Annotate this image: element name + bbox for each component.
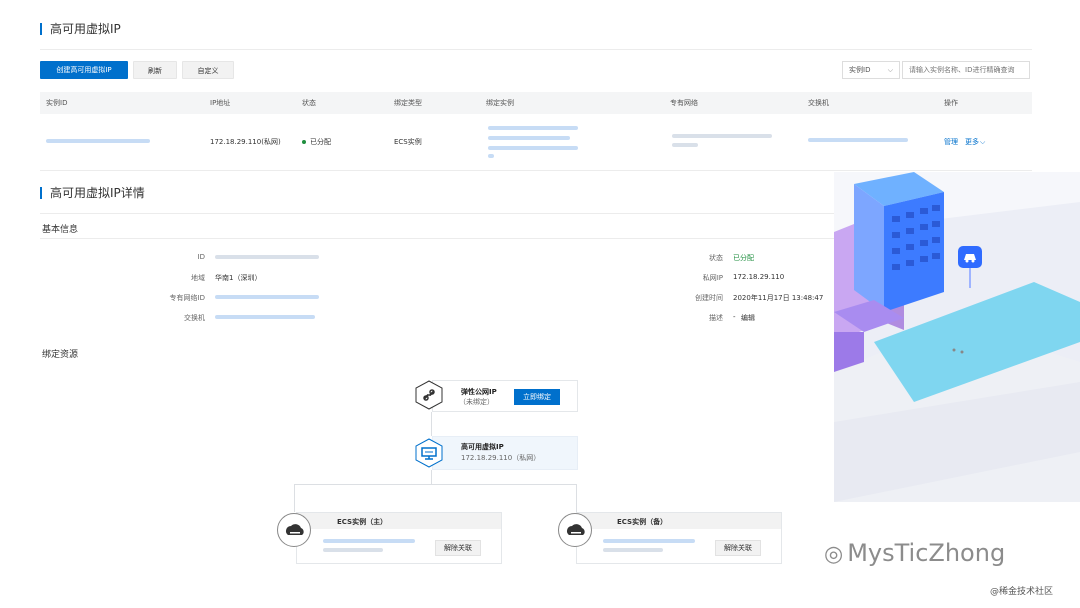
watermark-sub: @稀金技术社区 <box>990 587 1054 597</box>
value-description: - <box>733 313 736 321</box>
col-vpc: 专有网络 <box>670 99 698 107</box>
label-created: 创建时间 <box>695 294 723 302</box>
connector-line <box>294 484 295 512</box>
row-ip: 172.18.29.110(私网) <box>210 138 281 146</box>
ecs-backup-title: ECS实例（备） <box>617 518 668 526</box>
refresh-button[interactable]: 刷新 <box>133 61 177 79</box>
search-field-select[interactable]: 实例ID ⌵ <box>842 61 900 79</box>
vpc-link[interactable] <box>672 134 772 138</box>
divider <box>40 49 1032 50</box>
ecs-backup-card: ECS实例（备） 解除关联 <box>576 512 782 564</box>
divider <box>40 213 835 214</box>
edit-description-link[interactable]: 编辑 <box>741 313 755 323</box>
row-bind-type: ECS实例 <box>394 138 422 146</box>
value-created: 2020年11月17日 13:48:47 <box>733 294 824 302</box>
havip-title: 高可用虚拟IP <box>461 443 504 451</box>
building-illustration <box>834 172 1080 502</box>
chevron-down-icon: ⌵ <box>887 66 893 74</box>
ecs-main-unlink-button[interactable]: 解除关联 <box>435 540 481 556</box>
label-vswitch: 交换机 <box>184 314 205 322</box>
ecs-main-instance-meta <box>323 548 383 552</box>
col-bind-type: 绑定类型 <box>394 99 422 107</box>
ecs-main-instance-link[interactable] <box>323 539 415 543</box>
value-private-ip: 172.18.29.110 <box>733 273 785 281</box>
col-vswitch: 交换机 <box>808 99 829 107</box>
create-havip-button[interactable]: 创建高可用虚拟IP <box>40 61 128 79</box>
manage-link[interactable]: 管理 <box>944 137 958 147</box>
ecs-backup-instance-meta <box>603 548 663 552</box>
search-field-value: 实例ID <box>849 66 871 74</box>
instance-id-link[interactable] <box>46 139 150 143</box>
basic-info-title: 基本信息 <box>42 225 79 235</box>
ecs-backup-unlink-button[interactable]: 解除关联 <box>715 540 761 556</box>
section-title-havip: 高可用虚拟IP <box>40 23 121 35</box>
label-status: 状态 <box>709 254 723 262</box>
vswitch-link[interactable] <box>808 138 908 142</box>
divider <box>40 170 1032 171</box>
connector-line <box>431 470 432 484</box>
value-status: 已分配 <box>733 254 754 262</box>
divider <box>40 238 835 239</box>
status-dot-icon <box>302 140 306 144</box>
connector-line <box>431 412 432 436</box>
col-actions: 操作 <box>944 99 958 107</box>
ecs-main-cloud-icon <box>277 513 311 547</box>
bind-instance-link[interactable] <box>488 126 578 130</box>
table-header: 实例ID IP地址 状态 绑定类型 绑定实例 专有网络 交换机 操作 <box>40 92 1032 114</box>
ecs-main-title: ECS实例（主） <box>337 518 388 526</box>
col-status: 状态 <box>302 99 316 107</box>
col-instance-id: 实例ID <box>46 99 68 107</box>
label-vpc-id: 专有网络ID <box>169 294 205 302</box>
ecs-card-header <box>297 513 501 529</box>
link-icon <box>415 380 443 410</box>
col-bind-instance: 绑定实例 <box>486 99 514 107</box>
vpc-link[interactable] <box>672 143 698 147</box>
search-input[interactable] <box>902 61 1030 79</box>
value-region: 华南1（深圳） <box>215 274 262 282</box>
label-description: 描述 <box>709 314 723 322</box>
havip-icon <box>415 438 443 468</box>
eip-title: 弹性公网IP <box>461 388 497 396</box>
ecs-backup-cloud-icon <box>558 513 592 547</box>
havip-sub: 172.18.29.110（私网） <box>461 454 541 462</box>
watermark-text: ◎ MysTicZhong <box>824 539 1006 567</box>
label-region: 地域 <box>191 274 205 282</box>
ecs-card-header <box>577 513 781 529</box>
eip-sub: （未绑定） <box>459 398 494 406</box>
bind-instance-link[interactable] <box>488 154 494 158</box>
bind-now-button[interactable]: 立即绑定 <box>514 389 560 405</box>
section-title-havip-detail: 高可用虚拟IP详情 <box>40 187 145 199</box>
connector-line <box>576 484 577 512</box>
bind-instance-link[interactable] <box>488 136 570 140</box>
bind-instance-link[interactable] <box>488 146 578 150</box>
value-vswitch[interactable] <box>215 315 315 319</box>
value-vpc-id[interactable] <box>215 295 319 299</box>
chevron-down-icon: ⌵ <box>980 138 986 146</box>
col-ip: IP地址 <box>210 99 231 107</box>
custom-button[interactable]: 自定义 <box>182 61 234 79</box>
binding-resources-title: 绑定资源 <box>42 350 79 360</box>
row-status: 已分配 <box>302 137 331 147</box>
value-id <box>215 255 319 259</box>
more-link[interactable]: 更多⌵ <box>965 137 985 147</box>
label-private-ip: 私网IP <box>702 274 723 282</box>
label-id: ID <box>197 253 205 261</box>
connector-line <box>294 484 576 485</box>
ecs-backup-instance-link[interactable] <box>603 539 695 543</box>
wechat-icon: ◎ <box>824 542 844 567</box>
ecs-main-card: ECS实例（主） 解除关联 <box>296 512 502 564</box>
